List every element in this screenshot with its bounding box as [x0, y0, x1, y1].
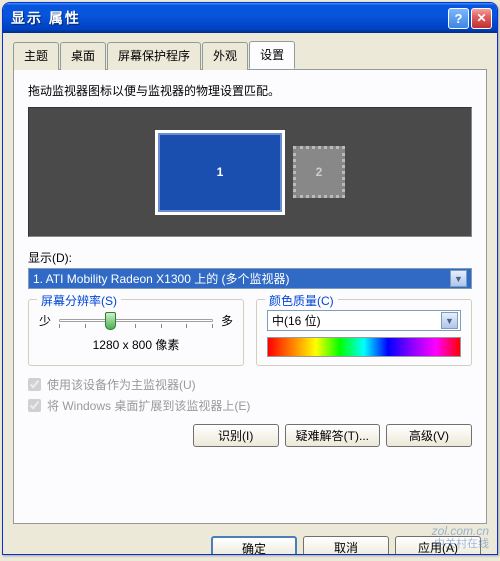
advanced-button[interactable]: 高级(V)	[386, 424, 472, 447]
monitor-1[interactable]: 1	[155, 130, 285, 215]
monitor-arrangement-area[interactable]: 1 2	[28, 107, 472, 237]
monitor-number: 2	[316, 165, 323, 179]
tab-label: 外观	[213, 49, 237, 63]
close-icon: ✕	[476, 11, 486, 25]
settings-columns: 屏幕分辨率(S) 少 多 1280 x 800 像素 颜色质量(C)	[28, 299, 472, 366]
extend-desktop-label: 将 Windows 桌面扩展到该监视器上(E)	[47, 397, 250, 414]
chevron-down-icon: ▼	[450, 270, 467, 287]
cancel-button[interactable]: 取消	[303, 536, 389, 555]
slider-track-line	[59, 319, 213, 322]
dialog-body: 主题 桌面 屏幕保护程序 外观 设置 拖动监视器图标以便与监视器的物理设置匹配。…	[3, 33, 497, 554]
color-spectrum-preview	[267, 337, 461, 357]
help-button[interactable]: ?	[448, 8, 469, 29]
display-dropdown[interactable]: 1. ATI Mobility Radeon X1300 上的 (多个监视器) …	[28, 268, 472, 289]
chevron-down-icon: ▼	[441, 312, 458, 329]
tab-label: 设置	[260, 48, 284, 62]
ok-button[interactable]: 确定	[211, 536, 297, 555]
identify-button[interactable]: 识别(I)	[193, 424, 279, 447]
monitor-2[interactable]: 2	[293, 146, 345, 198]
color-quality-title: 颜色质量(C)	[265, 292, 338, 309]
window-title: 显示 属性	[11, 8, 448, 28]
monitor-options: 使用该设备作为主监视器(U) 将 Windows 桌面扩展到该监视器上(E)	[28, 376, 472, 414]
extend-desktop-checkbox-row: 将 Windows 桌面扩展到该监视器上(E)	[28, 397, 472, 414]
primary-monitor-checkbox	[28, 378, 41, 391]
tab-label: 桌面	[71, 49, 95, 63]
primary-monitor-checkbox-row: 使用该设备作为主监视器(U)	[28, 376, 472, 393]
resolution-group-title: 屏幕分辨率(S)	[37, 292, 121, 309]
color-quality-group: 颜色质量(C) 中(16 位) ▼	[256, 299, 472, 366]
tab-settings[interactable]: 设置	[249, 41, 295, 69]
settings-panel: 拖动监视器图标以便与监视器的物理设置匹配。 1 2 显示(D): 1. ATI …	[13, 69, 487, 524]
tab-strip: 主题 桌面 屏幕保护程序 外观 设置	[13, 41, 487, 69]
titlebar-buttons: ? ✕	[448, 8, 492, 29]
titlebar[interactable]: 显示 属性 ? ✕	[3, 3, 497, 33]
color-quality-dropdown[interactable]: 中(16 位) ▼	[267, 310, 461, 331]
tab-appearance[interactable]: 外观	[202, 42, 248, 70]
display-label: 显示(D):	[28, 249, 472, 266]
apply-button[interactable]: 应用(A)	[395, 536, 481, 555]
close-button[interactable]: ✕	[471, 8, 492, 29]
slider-min-label: 少	[39, 312, 51, 329]
monitor-number: 1	[217, 165, 224, 179]
tab-desktop[interactable]: 桌面	[60, 42, 106, 70]
slider-max-label: 多	[221, 312, 233, 329]
resolution-slider[interactable]	[59, 310, 213, 330]
tab-themes[interactable]: 主题	[13, 42, 59, 70]
instruction-text: 拖动监视器图标以便与监视器的物理设置匹配。	[28, 82, 472, 99]
tab-screensaver[interactable]: 屏幕保护程序	[107, 42, 201, 70]
panel-buttons: 识别(I) 疑难解答(T)... 高级(V)	[28, 424, 472, 447]
resolution-value: 1280 x 800 像素	[39, 336, 233, 353]
troubleshoot-button[interactable]: 疑难解答(T)...	[285, 424, 380, 447]
resolution-slider-row: 少 多	[39, 310, 233, 330]
tab-label: 屏幕保护程序	[118, 49, 190, 63]
color-quality-value: 中(16 位)	[272, 312, 321, 329]
slider-thumb[interactable]	[105, 312, 116, 330]
resolution-group: 屏幕分辨率(S) 少 多 1280 x 800 像素	[28, 299, 244, 366]
primary-monitor-label: 使用该设备作为主监视器(U)	[47, 376, 196, 393]
display-properties-window: 显示 属性 ? ✕ 主题 桌面 屏幕保护程序 外观 设置 拖动监视器图标以便与监…	[2, 2, 498, 555]
slider-ticks	[59, 324, 213, 329]
dialog-buttons: 确定 取消 应用(A)	[13, 536, 487, 555]
extend-desktop-checkbox	[28, 399, 41, 412]
tab-label: 主题	[24, 49, 48, 63]
display-dropdown-value: 1. ATI Mobility Radeon X1300 上的 (多个监视器)	[33, 270, 290, 287]
